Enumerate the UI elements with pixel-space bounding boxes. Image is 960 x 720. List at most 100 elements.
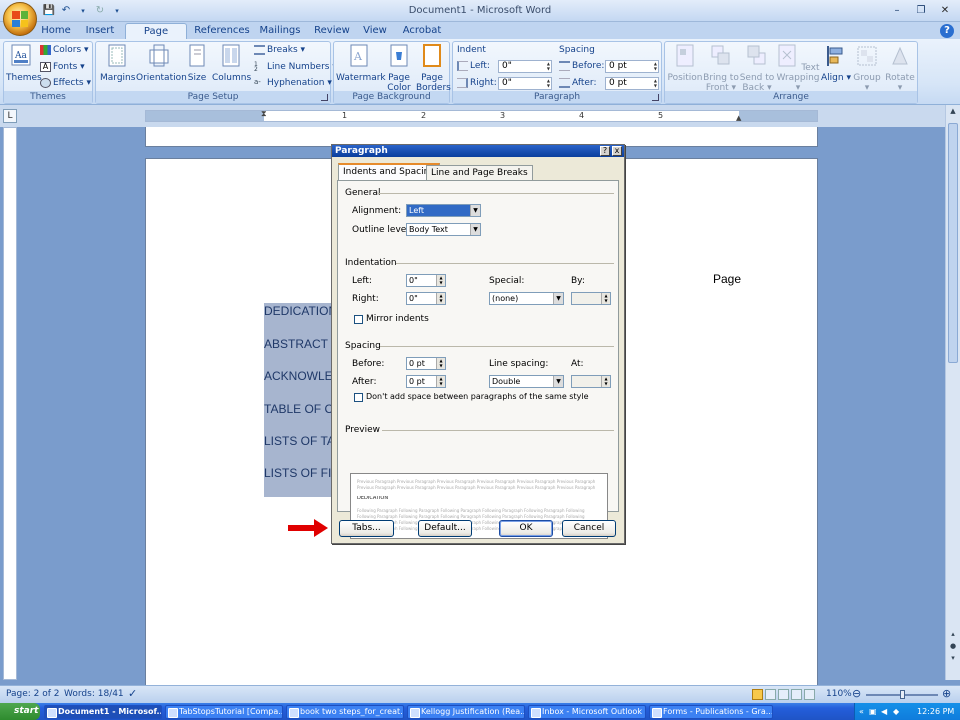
tab-line-and-page-breaks[interactable]: Line and Page Breaks: [426, 165, 533, 181]
send-to-back-button[interactable]: Send to Back ▾: [739, 44, 775, 93]
taskbar-item[interactable]: Document1 - Microsof...: [44, 705, 162, 719]
watermark-button[interactable]: A Watermark: [336, 44, 386, 83]
spacing-after-field[interactable]: 0 pt ▲ ▼: [406, 375, 446, 388]
line-numbers-button[interactable]: 12Line Numbers ▾: [254, 61, 337, 73]
taskbar-item[interactable]: book two steps_for_creat...: [286, 705, 404, 719]
dont-add-space-checkbox[interactable]: [354, 393, 363, 402]
fonts-button[interactable]: A Fonts ▾: [40, 61, 85, 73]
start-button[interactable]: start: [0, 703, 40, 720]
spinner-icon[interactable]: ▲ ▼: [436, 293, 445, 304]
word-count-status[interactable]: Words: 18/41: [64, 689, 124, 699]
zoom-out-icon[interactable]: ⊖: [852, 687, 861, 700]
indent-right-spinner[interactable]: 0": [498, 77, 552, 90]
ok-button[interactable]: OK: [499, 520, 553, 537]
zoom-level[interactable]: 110%: [826, 689, 852, 699]
breaks-button[interactable]: Breaks ▾: [254, 44, 305, 56]
print-layout-view-icon[interactable]: [752, 689, 763, 700]
spacing-before-field[interactable]: 0 pt ▲ ▼: [406, 357, 446, 370]
draft-view-icon[interactable]: [804, 689, 815, 700]
volume-icon[interactable]: ◀: [881, 703, 887, 720]
scroll-thumb[interactable]: [948, 123, 958, 363]
close-icon[interactable]: ✕: [934, 2, 956, 18]
web-layout-view-icon[interactable]: [778, 689, 789, 700]
spacing-before-spinner[interactable]: 0 pt: [605, 60, 659, 73]
themes-button[interactable]: Aa Themes: [6, 44, 42, 83]
zoom-slider-thumb[interactable]: [900, 690, 905, 699]
indent-left-spinner[interactable]: 0": [498, 60, 552, 73]
tab-page-layout[interactable]: Page Layout: [125, 23, 187, 53]
right-indent-marker-icon[interactable]: ▲: [736, 114, 741, 122]
clock[interactable]: 12:26 PM: [917, 703, 954, 720]
help-icon[interactable]: ?: [940, 24, 954, 38]
office-button[interactable]: [3, 2, 37, 36]
taskbar-item[interactable]: Kellogg Justification (Rea...: [407, 705, 525, 719]
orientation-button[interactable]: Orientation: [136, 44, 187, 83]
network-icon[interactable]: ▣: [869, 703, 877, 720]
horizontal-ruler[interactable]: 1 2 3 4 5 ⧗ ▲: [145, 109, 818, 122]
indent-left-field[interactable]: 0" ▲ ▼: [406, 274, 446, 287]
default-button[interactable]: Default...: [418, 520, 472, 537]
vertical-scrollbar[interactable]: ▲ ▴ ● ▾: [945, 105, 960, 680]
security-icon[interactable]: ◆: [893, 703, 899, 720]
indent-right-field[interactable]: 0" ▲ ▼: [406, 292, 446, 305]
spinner-icon[interactable]: ▲ ▼: [601, 376, 610, 387]
text-wrapping-button[interactable]: Text Wrapping ▾: [775, 44, 821, 93]
at-field[interactable]: ▲ ▼: [571, 375, 611, 388]
full-screen-view-icon[interactable]: [765, 689, 776, 700]
selected-text-block[interactable]: DEDICATION ABSTRACT ACKNOWLEDGMENTS TABL…: [264, 303, 334, 497]
taskbar-item[interactable]: Forms - Publications - Gra...: [649, 705, 773, 719]
tab-home[interactable]: Home: [38, 23, 74, 39]
by-field[interactable]: ▲ ▼: [571, 292, 611, 305]
paragraph-launcher-icon[interactable]: [652, 94, 659, 101]
spacing-after-spinner[interactable]: 0 pt: [605, 77, 659, 90]
page-setup-launcher-icon[interactable]: [321, 94, 328, 101]
rotate-button[interactable]: Rotate ▾: [883, 44, 917, 93]
mirror-indents-checkbox[interactable]: [354, 315, 363, 324]
cancel-button[interactable]: Cancel: [562, 520, 616, 537]
tab-view[interactable]: View: [360, 23, 390, 39]
special-select[interactable]: (none) ▼: [489, 292, 564, 305]
close-icon[interactable]: x: [612, 146, 622, 156]
line-spacing-select[interactable]: Double ▼: [489, 375, 564, 388]
margins-button[interactable]: Margins: [100, 44, 135, 83]
prev-page-icon[interactable]: ▴: [948, 630, 958, 640]
columns-button[interactable]: Columns: [212, 44, 251, 83]
spinner-icon[interactable]: ▲ ▼: [601, 293, 610, 304]
position-button[interactable]: Position: [667, 44, 703, 83]
indent-marker-icon[interactable]: ⧗: [261, 109, 267, 119]
minimize-icon[interactable]: –: [886, 2, 908, 18]
select-browse-icon[interactable]: ●: [948, 642, 958, 652]
tab-insert[interactable]: Insert: [82, 23, 118, 39]
next-page-icon[interactable]: ▾: [948, 654, 958, 664]
tab-mailings[interactable]: Mailings: [257, 23, 303, 39]
taskbar-item[interactable]: TabStopsTutorial [Compa...: [165, 705, 283, 719]
tab-indents-and-spacing[interactable]: Indents and Spacing: [338, 163, 440, 181]
tray-expand-icon[interactable]: «: [859, 703, 864, 720]
spinner-icon[interactable]: ▲ ▼: [436, 358, 445, 369]
spinner-icon[interactable]: ▲ ▼: [436, 376, 445, 387]
tabs-button[interactable]: Tabs...: [339, 520, 394, 537]
tab-references[interactable]: References: [194, 23, 250, 39]
size-button[interactable]: Size: [184, 44, 210, 83]
page-borders-button[interactable]: Page Borders: [416, 44, 451, 93]
tab-selector-icon[interactable]: L: [3, 109, 17, 123]
zoom-in-icon[interactable]: ⊕: [942, 687, 951, 700]
hyphenation-button[interactable]: a- Hyphenation ▾: [254, 77, 332, 89]
effects-button[interactable]: Effects ▾: [40, 77, 91, 89]
vertical-ruler[interactable]: [3, 127, 17, 680]
outline-view-icon[interactable]: [791, 689, 802, 700]
colors-button[interactable]: Colors ▾: [40, 44, 89, 56]
page-count-status[interactable]: Page: 2 of 2: [6, 689, 60, 699]
alignment-select[interactable]: Left ▼: [406, 204, 481, 217]
spinner-icon[interactable]: ▲ ▼: [436, 275, 445, 286]
maximize-icon[interactable]: ❐: [910, 2, 932, 18]
outline-level-select[interactable]: Body Text ▼: [406, 223, 481, 236]
group-button[interactable]: Group ▾: [851, 44, 883, 93]
align-button[interactable]: Align ▾: [821, 44, 851, 83]
tab-acrobat[interactable]: Acrobat: [400, 23, 444, 39]
tab-review[interactable]: Review: [313, 23, 351, 39]
help-icon[interactable]: ?: [600, 146, 610, 156]
ruler-toggle-icon[interactable]: ▲: [948, 107, 958, 117]
bring-to-front-button[interactable]: Bring to Front ▾: [703, 44, 739, 93]
taskbar-item[interactable]: Inbox - Microsoft Outlook: [528, 705, 646, 719]
